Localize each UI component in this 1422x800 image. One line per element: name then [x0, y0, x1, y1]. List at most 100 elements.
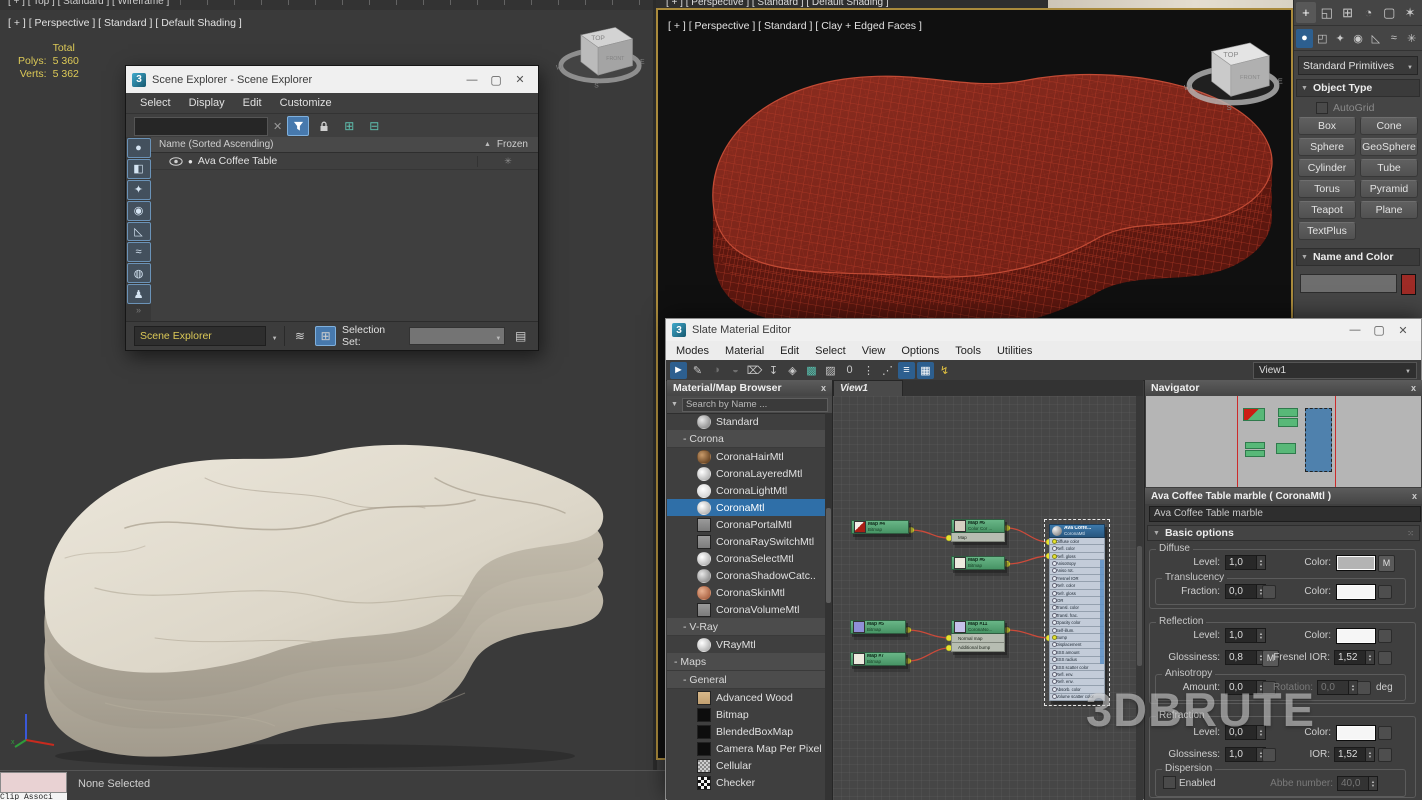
- scene-explorer-titlebar[interactable]: 3 Scene Explorer - Scene Explorer: [126, 66, 538, 93]
- refraction-ior-map-button[interactable]: [1378, 748, 1392, 762]
- browser-item[interactable]: CoronaPortalMtl: [667, 516, 825, 533]
- node-input-slot[interactable]: Additional bump: [951, 643, 1005, 652]
- browser-header[interactable]: Material/Map Browser: [667, 380, 832, 396]
- primitive-button[interactable]: Cylinder: [1298, 159, 1356, 177]
- dispersion-enabled-checkbox[interactable]: [1163, 776, 1176, 789]
- menu-item[interactable]: Edit: [780, 345, 799, 357]
- slate-titlebar[interactable]: 3 Slate Material Editor: [666, 319, 1421, 341]
- menu-item[interactable]: Select: [815, 345, 846, 357]
- active-view-dropdown[interactable]: View1: [1253, 362, 1417, 379]
- material-input-slot[interactable]: Bump: [1049, 634, 1105, 641]
- lock-icon[interactable]: [314, 117, 334, 135]
- browser-item[interactable]: CoronaShadowCatc..: [667, 567, 825, 584]
- browser-item[interactable]: - V-Ray: [667, 618, 825, 636]
- material-input-slot[interactable]: Displacement: [1049, 642, 1105, 649]
- browser-item[interactable]: - Corona: [667, 430, 825, 448]
- node-input-slot[interactable]: Map: [951, 533, 1005, 542]
- fresnel-ior-spinner[interactable]: 1,52▲▼: [1334, 650, 1375, 665]
- layers-icon[interactable]: ≋: [291, 327, 310, 345]
- display-lights-icon[interactable]: ✦: [127, 180, 151, 200]
- refraction-color-map-button[interactable]: [1378, 726, 1392, 740]
- material-input-slot[interactable]: Transl. color: [1049, 605, 1105, 612]
- reflection-level-spinner[interactable]: 1,0▲▼: [1225, 628, 1266, 643]
- pan-tool-icon[interactable]: ↯: [936, 362, 953, 379]
- marble-coffee-table-model[interactable]: [5, 408, 645, 770]
- close-panel-icon[interactable]: [1412, 491, 1417, 501]
- material-input-slot[interactable]: Self-illum.: [1049, 627, 1105, 634]
- node-color-correction[interactable]: Map #6Color Cor ... Map: [951, 519, 1005, 542]
- browser-item[interactable]: CoronaLayeredMtl: [667, 465, 825, 482]
- display-bones-icon[interactable]: ♟: [127, 284, 151, 304]
- tab-hierarchy[interactable]: ⊞: [1338, 2, 1358, 23]
- minimize-button[interactable]: [460, 74, 484, 86]
- name-column-header[interactable]: Name (Sorted Ascending): [159, 139, 274, 150]
- hierarchy-mode-icon[interactable]: ⊞: [315, 326, 336, 346]
- layout-cascade-icon[interactable]: ⋰: [879, 362, 896, 379]
- primitive-button[interactable]: Pyramid: [1360, 180, 1418, 198]
- tab-modify[interactable]: ◱: [1317, 2, 1337, 23]
- category-cameras-icon[interactable]: ◉: [1350, 29, 1367, 48]
- menu-item[interactable]: View: [862, 345, 886, 357]
- explorer-selector-dropdown[interactable]: Scene Explorer: [134, 326, 266, 346]
- minimize-button[interactable]: [1343, 324, 1367, 336]
- browser-item[interactable]: CoronaMtl: [667, 499, 825, 516]
- select-tool-icon[interactable]: ►: [670, 362, 687, 379]
- browser-item[interactable]: CoronaSkinMtl: [667, 584, 825, 601]
- browser-item[interactable]: CoronaRaySwitchMtl: [667, 533, 825, 550]
- layout-vertical-icon[interactable]: ⋮: [860, 362, 877, 379]
- viewport-label[interactable]: [ + ] [ Perspective ] [ Standard ] [ Def…: [8, 17, 242, 29]
- show-background-icon[interactable]: ▨: [822, 362, 839, 379]
- browser-search-row[interactable]: ▼ Search by Name ...: [667, 396, 832, 414]
- category-geometry-icon[interactable]: ●: [1296, 29, 1313, 48]
- material-input-slot[interactable]: SSS scatter color: [1049, 664, 1105, 671]
- browser-scrollbar[interactable]: [825, 413, 832, 800]
- reflection-color-swatch[interactable]: [1336, 628, 1376, 644]
- frozen-toggle-icon[interactable]: ✳: [477, 156, 538, 167]
- diffuse-level-spinner[interactable]: 1,0▲▼: [1225, 555, 1266, 570]
- rail-overflow-button[interactable]: »: [136, 305, 141, 315]
- primitive-button[interactable]: Teapot: [1298, 201, 1356, 219]
- translucency-color-swatch[interactable]: [1336, 584, 1376, 600]
- browser-item[interactable]: CoronaVolumeMtl: [667, 601, 825, 618]
- material-input-slot[interactable]: IOR: [1049, 597, 1105, 604]
- menu-item[interactable]: Select: [140, 97, 171, 109]
- viewcube[interactable]: W S E N TOP FRONT: [1178, 28, 1288, 124]
- category-lights-icon[interactable]: ✦: [1332, 29, 1349, 48]
- translucency-fraction-spinner[interactable]: 0,0▲▼: [1225, 584, 1266, 599]
- close-panel-icon[interactable]: [821, 383, 826, 393]
- selection-set-dropdown[interactable]: [409, 327, 506, 345]
- material-input-slot[interactable]: SSS amount: [1049, 649, 1105, 656]
- show-map-in-viewport-icon[interactable]: ▩: [803, 362, 820, 379]
- primitive-button[interactable]: Box: [1298, 117, 1356, 135]
- node-input-slot[interactable]: Normal map: [951, 634, 1005, 643]
- anisotropy-rotation-spinner[interactable]: 0,0▲▼: [1317, 680, 1358, 695]
- refraction-ior-spinner[interactable]: 1,52▲▼: [1334, 747, 1375, 762]
- filter-icon[interactable]: [287, 116, 309, 136]
- category-systems-icon[interactable]: ✳: [1403, 29, 1420, 48]
- edit-selection-set-icon[interactable]: ▤: [511, 327, 530, 345]
- browser-item[interactable]: Bitmap: [667, 706, 825, 723]
- explorer-dropdown-caret-icon[interactable]: [272, 327, 278, 345]
- menu-item[interactable]: Utilities: [997, 345, 1032, 357]
- viewcube[interactable]: W S E N TOP FRONT: [552, 14, 648, 100]
- node-bitmap-red[interactable]: Map #4Bitmap: [851, 520, 909, 534]
- display-geometry-icon[interactable]: ●: [127, 138, 151, 158]
- visibility-eye-icon[interactable]: [169, 157, 183, 166]
- display-cameras-icon[interactable]: ◉: [127, 201, 151, 221]
- material-input-slot[interactable]: Anisotropy: [1049, 560, 1105, 567]
- material-input-slot[interactable]: Diffuse color: [1049, 538, 1105, 545]
- primitive-button[interactable]: GeoSphere: [1360, 138, 1418, 156]
- move-children-icon[interactable]: ↧: [765, 362, 782, 379]
- menu-item[interactable]: Customize: [280, 97, 332, 109]
- parameters-header[interactable]: Ava Coffee Table marble ( CoronaMtl ): [1145, 488, 1422, 504]
- category-helpers-icon[interactable]: ◺: [1367, 29, 1384, 48]
- primitive-button[interactable]: TextPlus: [1298, 222, 1356, 240]
- navigator-minimap[interactable]: [1146, 396, 1421, 487]
- show-numbers-icon[interactable]: 0: [841, 362, 858, 379]
- delete-selected-icon[interactable]: ⌦: [746, 362, 763, 379]
- collapse-all-icon[interactable]: ⊟: [364, 117, 384, 135]
- close-panel-icon[interactable]: [1411, 383, 1416, 393]
- menu-item[interactable]: Tools: [955, 345, 981, 357]
- navigator-header[interactable]: Navigator: [1145, 380, 1422, 396]
- close-button[interactable]: [1391, 324, 1415, 337]
